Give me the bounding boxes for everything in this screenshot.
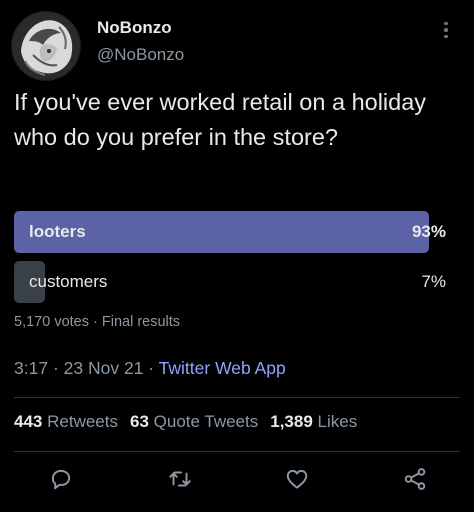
more-icon[interactable] [436, 18, 456, 42]
tweet-stats: 443 Retweets 63 Quote Tweets 1,389 Likes [14, 412, 357, 432]
tweet-source-link[interactable]: Twitter Web App [159, 358, 286, 378]
like-icon[interactable] [284, 466, 310, 492]
retweets-stat[interactable]: 443 Retweets [14, 412, 118, 431]
display-name[interactable]: NoBonzo [97, 18, 172, 38]
poll-meta: 5,170 votes · Final results [14, 314, 180, 330]
likes-stat[interactable]: 1,389 Likes [270, 412, 357, 431]
likes-label: Likes [317, 412, 358, 431]
poll-votes: 5,170 votes [14, 314, 89, 330]
avatar[interactable] [11, 11, 81, 81]
poll-option-percent: 7% [421, 272, 446, 291]
timestamp-separator: · [52, 358, 59, 378]
divider [14, 451, 460, 452]
divider [14, 397, 460, 398]
quote-tweets-stat[interactable]: 63 Quote Tweets [130, 412, 258, 431]
tweet-time[interactable]: 3:17 [14, 358, 48, 378]
retweets-count: 443 [14, 412, 43, 431]
poll-option-label: looters [29, 222, 86, 241]
poll-option-customers: customers 7% [14, 261, 460, 303]
retweet-icon[interactable] [167, 466, 193, 492]
tweet-timestamp: 3:17 · 23 Nov 21 · Twitter Web App [14, 358, 286, 379]
tweet-text: If you've ever worked retail on a holida… [14, 89, 427, 150]
tweet-date[interactable]: 23 Nov 21 [64, 358, 144, 378]
reply-icon[interactable] [48, 466, 74, 492]
tweet: NoBonzo @NoBonzo If you've ever worked r… [0, 0, 474, 512]
poll-option-looters: looters 93% [14, 211, 460, 253]
quote-tweets-label: Quote Tweets [153, 412, 259, 431]
timestamp-separator: · [148, 358, 155, 378]
retweets-label: Retweets [47, 412, 118, 431]
share-icon[interactable] [402, 466, 428, 492]
poll-separator: · [93, 314, 98, 330]
quote-tweets-count: 63 [129, 412, 149, 431]
user-handle[interactable]: @NoBonzo [97, 45, 184, 65]
poll-status: Final results [101, 314, 181, 330]
likes-count: 1,389 [270, 412, 313, 431]
poll-option-percent: 93% [411, 222, 446, 241]
poll-option-label: customers [29, 272, 108, 291]
